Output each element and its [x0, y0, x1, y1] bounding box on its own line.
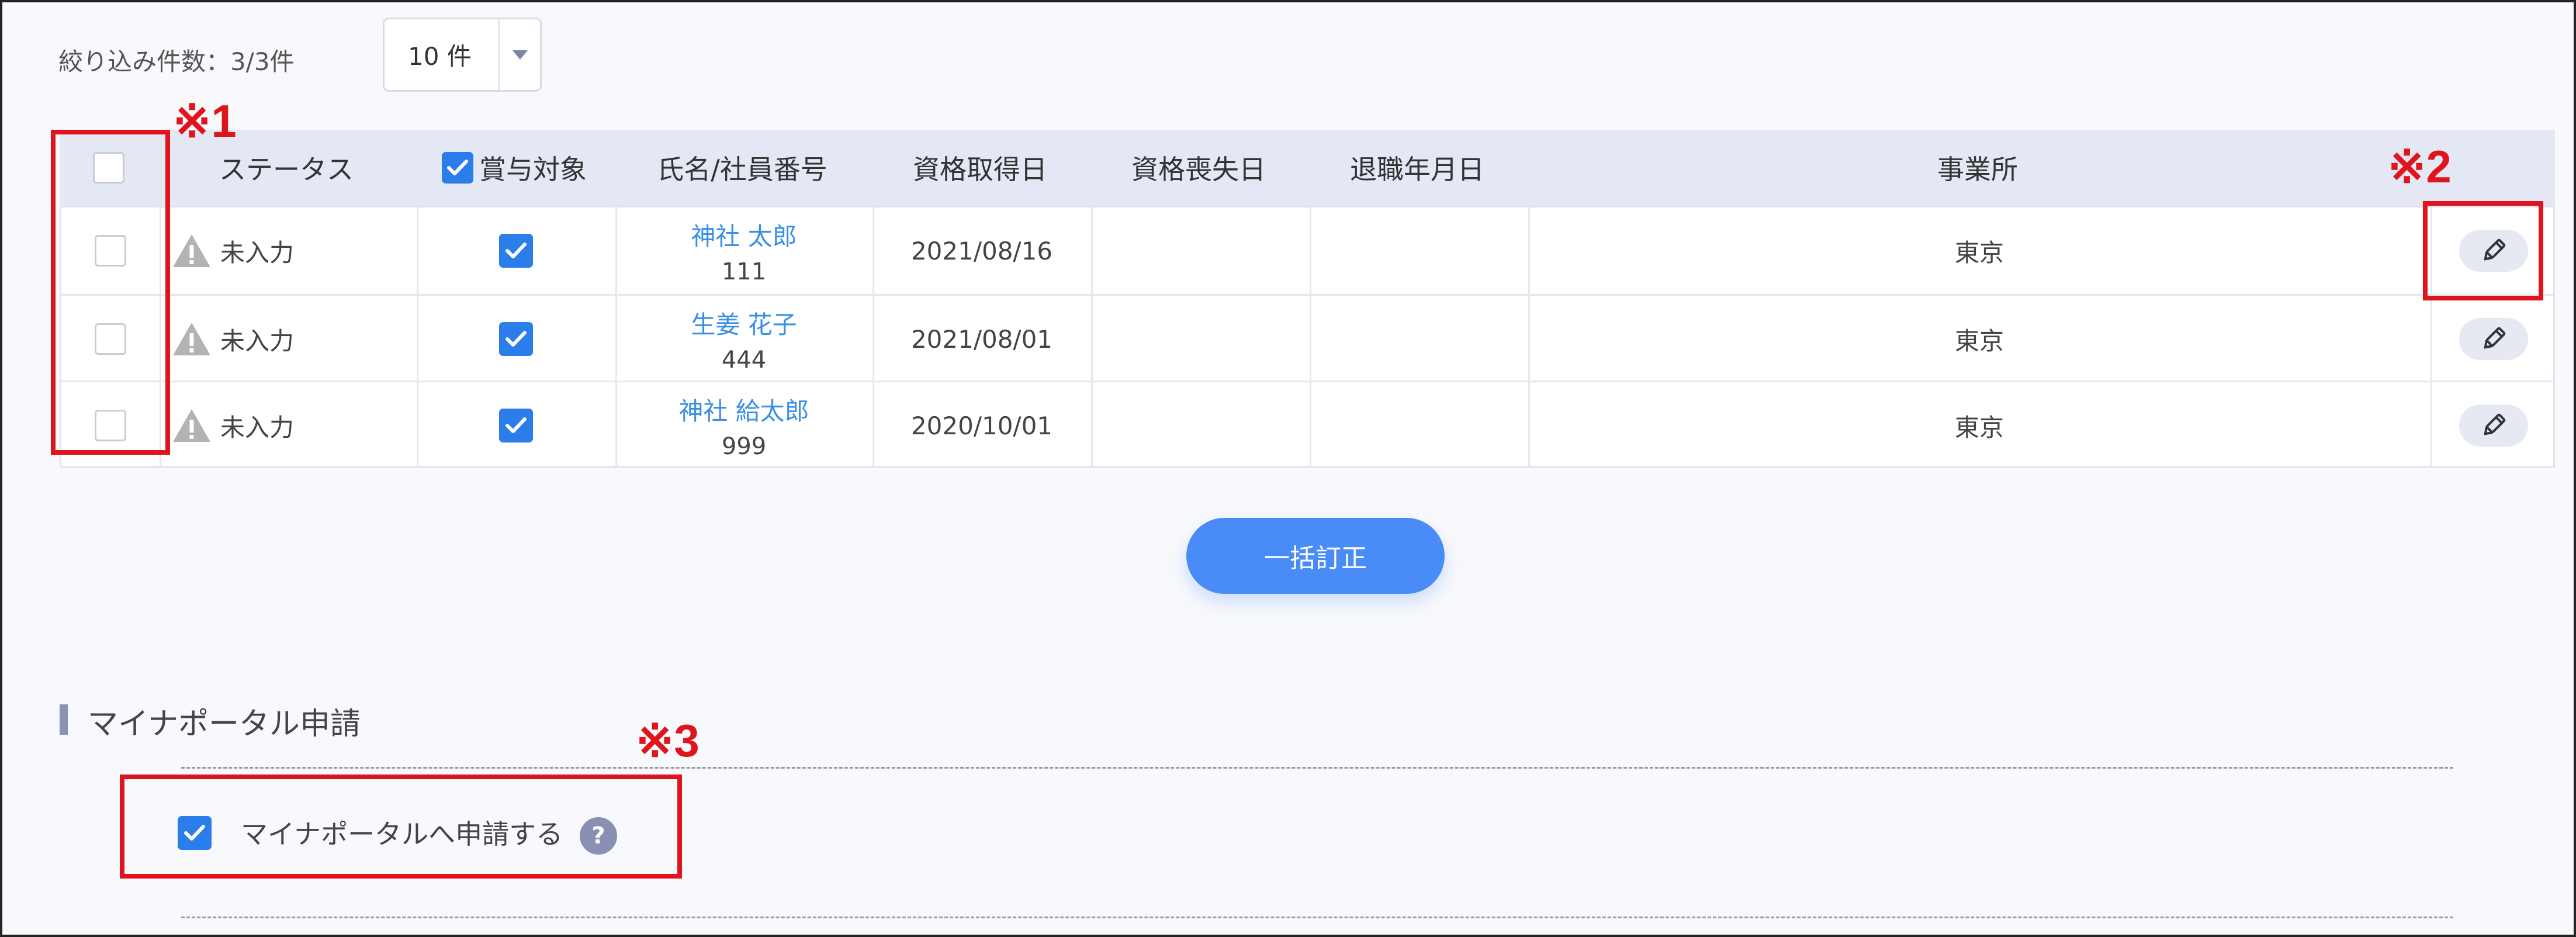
lost-date	[1091, 208, 1310, 294]
caret-down-icon	[512, 50, 528, 60]
table-row: 未入力 神社 太郎 111 2021/08/16 東京	[61, 208, 2553, 294]
annotation-label-1: ※1	[173, 95, 237, 147]
bonus-target-all-checkbox[interactable]	[442, 152, 473, 184]
retired-date	[1310, 296, 1528, 382]
header-retired[interactable]: 退職年月日	[1308, 130, 1526, 206]
lost-date	[1091, 382, 1310, 469]
office: 東京	[1954, 238, 2004, 267]
section-divider-top	[181, 767, 2453, 769]
pencil-icon	[2484, 327, 2506, 349]
header-bonus-target: 賞与対象	[415, 130, 614, 206]
header-lost[interactable]: 資格喪失日	[1089, 130, 1308, 206]
edit-button[interactable]	[2459, 404, 2528, 447]
employee-number: 444	[721, 346, 767, 374]
status-label: 未入力	[220, 326, 295, 355]
retired-date	[1310, 208, 1528, 294]
bonus-target-checkbox[interactable]	[499, 234, 533, 268]
acquired-date: 2021/08/16	[910, 236, 1053, 265]
annotation-box-3	[120, 775, 682, 879]
annotation-box-2	[2423, 201, 2543, 300]
employee-name-link[interactable]: 生姜 花子	[691, 305, 797, 341]
filter-count: 絞り込み件数：3/3件	[58, 47, 295, 76]
section-marker	[60, 704, 68, 735]
retired-date	[1310, 382, 1528, 469]
bonus-target-checkbox[interactable]	[499, 322, 533, 356]
employee-number: 111	[721, 258, 767, 285]
warning-icon	[173, 234, 210, 267]
table-body: 未入力 神社 太郎 111 2021/08/16 東京 未入力 生姜 花子 44…	[60, 206, 2555, 468]
status-label: 未入力	[220, 238, 295, 267]
office: 東京	[1954, 413, 2004, 442]
header-acquired[interactable]: 資格取得日	[871, 130, 1089, 206]
annotation-label-3: ※3	[636, 715, 700, 766]
bulk-correction-button[interactable]: 一括訂正	[1186, 518, 1445, 594]
status-cell: 未入力	[160, 208, 417, 294]
per-page-value: 10 件	[408, 42, 472, 71]
header-office[interactable]: 事業所	[1526, 130, 2429, 206]
employee-table: ステータス 賞与対象 氏名/社員番号 資格取得日 資格喪失日 退職年月日 事業所…	[60, 127, 2555, 468]
employee-number: 999	[721, 433, 767, 460]
dropdown-toggle[interactable]	[498, 19, 540, 90]
warning-icon	[173, 323, 210, 355]
table-row: 未入力 神社 給太郎 999 2020/10/01 東京	[61, 381, 2553, 467]
table-row: 未入力 生姜 花子 444 2021/08/01 東京	[61, 294, 2553, 381]
lost-date	[1091, 296, 1310, 382]
acquired-date: 2021/08/01	[910, 324, 1053, 354]
per-page-select[interactable]: 10 件	[383, 18, 542, 92]
annotation-box-1	[51, 130, 170, 455]
pencil-icon	[2484, 413, 2506, 435]
edit-button[interactable]	[2459, 318, 2528, 360]
bonus-target-checkbox[interactable]	[499, 409, 533, 442]
employee-name-link[interactable]: 神社 太郎	[691, 217, 797, 253]
acquired-date: 2020/10/01	[910, 411, 1053, 440]
status-cell: 未入力	[160, 382, 417, 469]
status-cell: 未入力	[160, 296, 417, 382]
header-bonus-target-label: 賞与対象	[479, 154, 587, 185]
section-title: マイナポータル申請	[88, 707, 361, 742]
employee-name-link[interactable]: 神社 給太郎	[678, 392, 809, 427]
table-header: ステータス 賞与対象 氏名/社員番号 資格取得日 資格喪失日 退職年月日 事業所	[60, 130, 2555, 206]
office: 東京	[1954, 326, 2004, 355]
header-name[interactable]: 氏名/社員番号	[614, 130, 871, 206]
status-label: 未入力	[220, 413, 295, 442]
section-divider-bottom	[181, 917, 2453, 918]
annotation-label-2: ※2	[2388, 141, 2452, 192]
warning-icon	[173, 409, 210, 442]
